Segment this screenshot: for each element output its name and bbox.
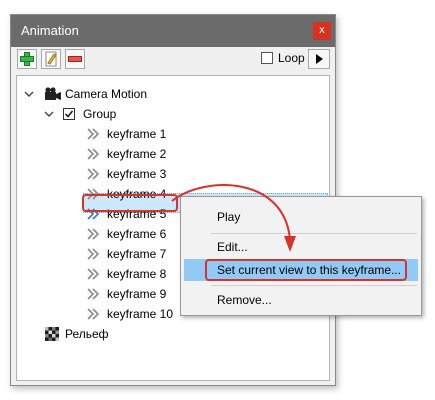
- play-icon: [316, 54, 323, 64]
- camera-icon: [45, 87, 61, 100]
- keyframe-label: keyframe 7: [107, 247, 167, 261]
- relief-label: Рельеф: [65, 327, 109, 341]
- keyframe-label: keyframe 1: [107, 127, 167, 141]
- group-label: Group: [83, 107, 117, 121]
- context-menu: Play Edit... Set current view to this ke…: [180, 196, 422, 316]
- add-icon: [20, 52, 34, 66]
- keyframe-chevron-icon: [87, 228, 100, 240]
- keyframe-label: keyframe 6: [107, 227, 167, 241]
- keyframe-chevron-icon: [87, 248, 100, 260]
- keyframe-label: keyframe 2: [107, 147, 167, 161]
- tree-item-keyframe[interactable]: keyframe 1: [83, 124, 323, 144]
- keyframe-chevron-icon: [87, 148, 100, 160]
- tree-item-keyframe[interactable]: keyframe 2: [83, 144, 323, 164]
- close-button[interactable]: x: [313, 22, 331, 40]
- toolbar: Loop: [11, 47, 335, 73]
- menu-separator: [211, 233, 417, 234]
- tree-item-keyframe[interactable]: keyframe 3: [83, 164, 323, 184]
- keyframe-chevron-icon: [87, 268, 100, 280]
- menu-item-remove[interactable]: Remove...: [217, 290, 272, 310]
- title-bar: Animation x: [11, 15, 335, 47]
- play-button[interactable]: [308, 49, 330, 69]
- tree-item-relief[interactable]: Рельеф: [17, 324, 317, 344]
- tree-item-group[interactable]: Group: [17, 104, 317, 124]
- keyframe-chevron-icon: [87, 168, 100, 180]
- expand-chevron-icon: [24, 91, 34, 97]
- loop-label: Loop: [278, 51, 305, 65]
- set-view-annotation-box: [205, 259, 407, 281]
- camera-motion-label: Camera Motion: [65, 87, 148, 101]
- menu-item-play[interactable]: Play: [217, 207, 240, 227]
- remove-icon: [68, 56, 82, 62]
- menu-item-edit[interactable]: Edit...: [217, 237, 248, 257]
- terrain-checker-icon: [45, 327, 59, 341]
- keyframe-chevron-icon: [87, 288, 100, 300]
- remove-button[interactable]: [65, 49, 85, 69]
- window-title: Animation: [21, 23, 79, 38]
- keyframe-chevron-icon: [87, 128, 100, 140]
- pencil-icon: [45, 51, 57, 67]
- tree-item-camera-motion[interactable]: Camera Motion: [17, 84, 317, 104]
- keyframe-label: keyframe 3: [107, 167, 167, 181]
- checkmark-icon: [64, 110, 74, 118]
- group-checkbox[interactable]: [63, 108, 75, 120]
- expand-chevron-icon: [44, 111, 54, 117]
- loop-checkbox[interactable]: [261, 52, 273, 64]
- edit-button[interactable]: [41, 49, 61, 69]
- keyframe-label: keyframe 10: [107, 307, 174, 321]
- keyframe-label: keyframe 8: [107, 267, 167, 281]
- keyframe-label: keyframe 9: [107, 287, 167, 301]
- menu-separator: [211, 285, 417, 286]
- keyframe-5-annotation-box: [82, 194, 178, 212]
- keyframe-chevron-icon: [87, 308, 100, 320]
- add-button[interactable]: [17, 49, 37, 69]
